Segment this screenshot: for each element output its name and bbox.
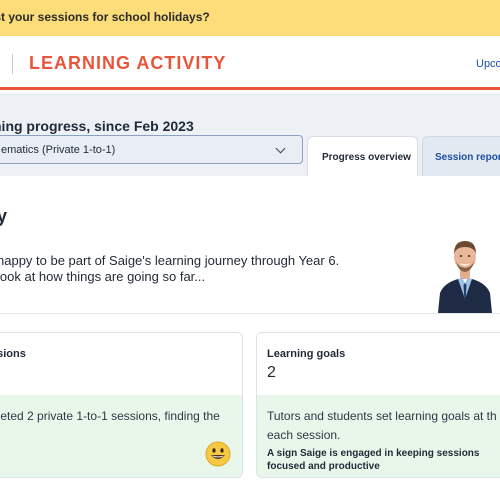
intro-text-line-2: look at how things are going so far... — [0, 269, 206, 284]
tab-session-reports[interactable]: Session reports — [422, 136, 500, 176]
section-divider — [0, 313, 500, 314]
goals-note-line-1: A sign Saige is engaged in keeping sessi… — [267, 448, 480, 459]
sessions-card-label: ssions — [0, 348, 26, 360]
banner-text[interactable]: ust your sessions for school holidays? — [0, 10, 210, 24]
subject-select-value: ematics (Private 1-to-1) — [1, 144, 116, 156]
tab-label: Session reports — [435, 152, 500, 163]
subject-select[interactable]: ematics (Private 1-to-1) — [0, 135, 303, 164]
goals-count: 2 — [267, 364, 276, 381]
goals-card-text-2: each session. — [267, 428, 341, 442]
tab-label: Progress overview — [322, 152, 411, 163]
intro-text-line-1: happy to be part of Saige's learning jou… — [0, 253, 340, 268]
page-title: LEARNING ACTIVITY — [29, 53, 227, 73]
upcoming-link[interactable]: Upco — [476, 58, 500, 70]
smiling-face-icon — [205, 441, 231, 467]
learning-goals-card: Learning goals 2 Tutors and students set… — [256, 332, 500, 478]
header-divider — [12, 54, 13, 74]
goals-card-body: Tutors and students set learning goals a… — [257, 395, 500, 477]
goals-card-label: Learning goals — [267, 348, 346, 360]
sessions-card: ssions pleted 2 private 1-to-1 sessions,… — [0, 332, 243, 478]
chevron-down-icon — [275, 143, 286, 154]
goals-card-note: A sign Saige is engaged in keeping sessi… — [267, 447, 479, 473]
goals-card-text-1: Tutors and students set learning goals a… — [267, 409, 497, 423]
sessions-card-header: ssions — [0, 333, 242, 395]
progress-heading: ning progress, since Feb 2023 — [0, 118, 194, 134]
tutor-photo — [436, 227, 494, 313]
sessions-card-text: pleted 2 private 1-to-1 sessions, findin… — [0, 409, 220, 423]
tab-progress-overview[interactable]: Progress overview — [307, 136, 418, 176]
announcement-banner[interactable]: ust your sessions for school holidays? — [0, 0, 500, 36]
summary-heading: ry — [0, 206, 8, 226]
goals-note-line-2: focused and productive — [267, 461, 380, 472]
sessions-card-body: pleted 2 private 1-to-1 sessions, findin… — [0, 395, 242, 477]
progress-overview-panel: ry happy to be part of Saige's learning … — [0, 176, 500, 500]
page-header: LEARNING ACTIVITY Upco — [0, 36, 500, 90]
goals-card-header: Learning goals 2 — [257, 333, 500, 395]
